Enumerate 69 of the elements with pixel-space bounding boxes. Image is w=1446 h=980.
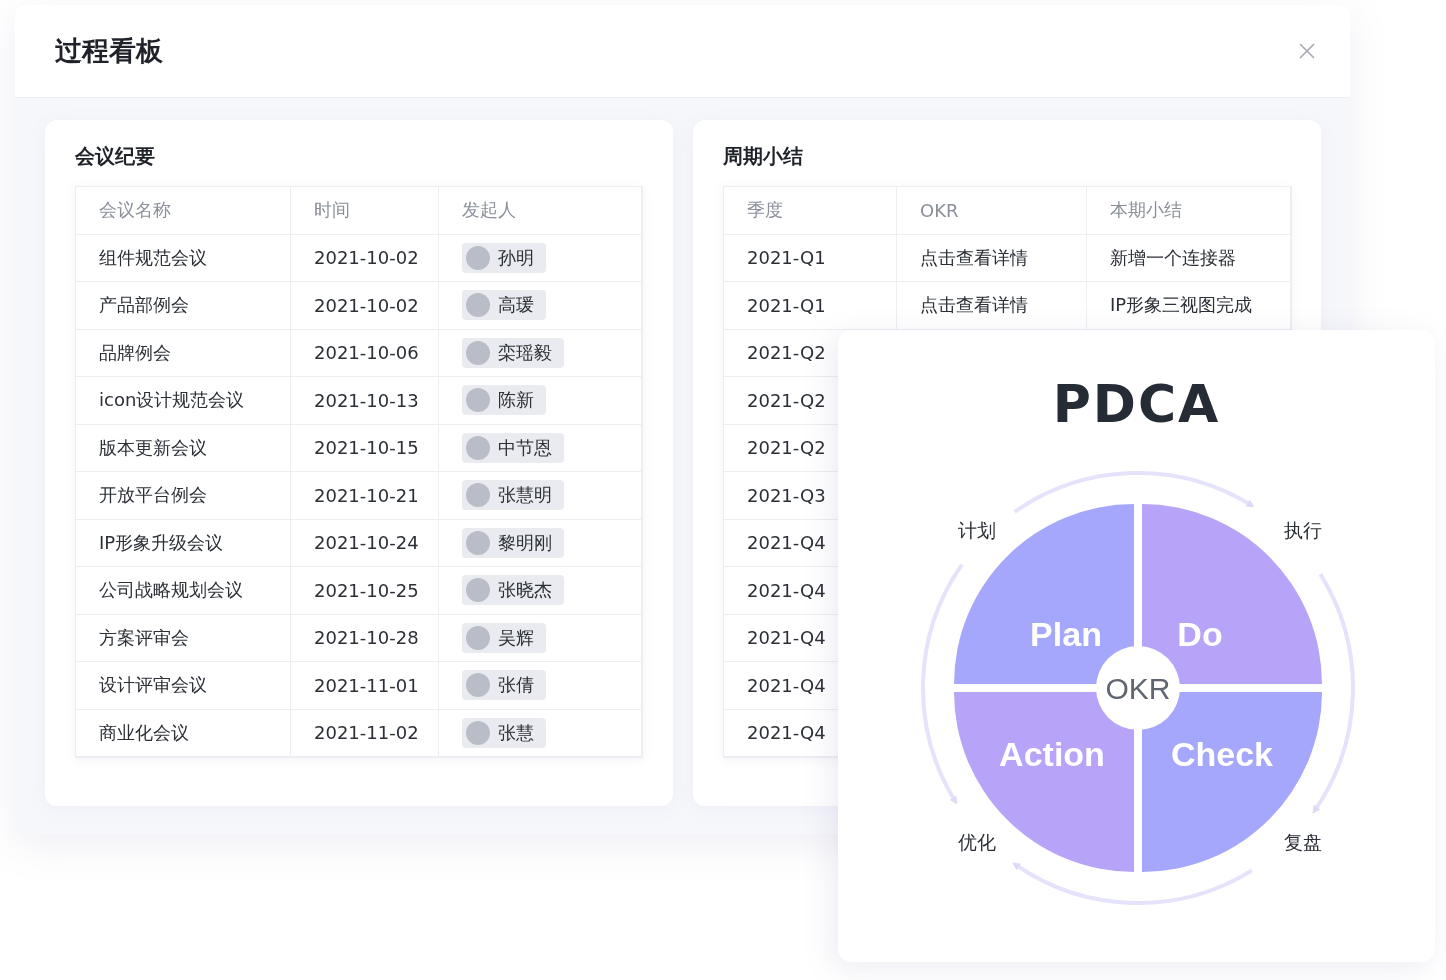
window-title: 过程看板 [55, 34, 163, 68]
avatar [466, 673, 490, 698]
column-header: 季度 [724, 187, 897, 235]
table-cell: 开放平台例会 [76, 472, 291, 520]
table-cell: 2021-11-02 [291, 709, 439, 757]
table-cell: 设计评审会议 [76, 662, 291, 710]
detail-link[interactable]: 点击查看详情 [897, 234, 1087, 282]
table-cell: 2021-10-02 [291, 234, 439, 282]
pdca-title: PDCA [1052, 374, 1221, 434]
table-cell: 新增一个连接器 [1087, 234, 1292, 282]
card-title: 周期小结 [723, 144, 804, 168]
column-header: 时间 [291, 187, 439, 235]
column-header: OKR [897, 187, 1087, 235]
person-tag: 张晓杰 [462, 575, 564, 606]
table-cell: 方案评审会 [76, 614, 291, 662]
center-label: OKR [1105, 672, 1171, 705]
person-tag: 陈新 [462, 385, 546, 416]
avatar [466, 245, 490, 270]
table-cell: 2021-10-02 [291, 282, 439, 330]
column-header: 会议名称 [76, 187, 291, 235]
avatar [466, 625, 490, 650]
avatar [466, 388, 490, 413]
person-tag: 高瑗 [462, 290, 546, 321]
avatar [466, 293, 490, 318]
avatar [466, 720, 490, 745]
column-header: 发起人 [439, 187, 642, 235]
table-cell: 品牌例会 [76, 329, 291, 377]
person-tag: 张倩 [462, 670, 546, 701]
stage-label: 复盘 [1284, 831, 1322, 853]
table-cell: 公司战略规划会议 [76, 567, 291, 615]
card-title: 会议纪要 [75, 144, 156, 168]
table-cell: 2021-10-25 [291, 567, 439, 615]
avatar [466, 530, 490, 555]
column-header: 本期小结 [1087, 187, 1292, 235]
stage-label: 计划 [958, 519, 996, 541]
table-cell: 2021-10-15 [291, 424, 439, 472]
table-cell: 组件规范会议 [76, 234, 291, 282]
person-tag: 中节恩 [462, 432, 564, 463]
table-cell: 产品部例会 [76, 282, 291, 330]
table-cell: 2021-10-28 [291, 614, 439, 662]
quadrant-label: Check [1170, 735, 1274, 773]
avatar [466, 578, 490, 603]
stage-label: 执行 [1284, 519, 1322, 541]
stage-label: 优化 [958, 831, 996, 853]
table-cell: icon设计规范会议 [76, 377, 291, 425]
detail-link[interactable]: 点击查看详情 [897, 282, 1087, 330]
person-tag: 栾瑶毅 [462, 337, 564, 368]
person-tag: 黎明刚 [462, 527, 564, 558]
table-cell: 2021-10-06 [291, 329, 439, 377]
person-tag: 张慧 [462, 717, 546, 748]
table-cell: 2021-10-21 [291, 472, 439, 520]
table-cell: 2021-Q1 [724, 234, 897, 282]
quadrant-label: Plan [1030, 615, 1102, 653]
quadrant-label: Do [1177, 615, 1223, 653]
table-cell: 版本更新会议 [76, 424, 291, 472]
table-cell: IP形象升级会议 [76, 519, 291, 567]
avatar [466, 340, 490, 365]
table-cell: 2021-11-01 [291, 662, 439, 710]
quadrant-label: Action [999, 735, 1105, 773]
table-cell: 2021-10-13 [291, 377, 439, 425]
person-tag: 吴辉 [462, 622, 546, 653]
table-cell: IP形象三视图完成 [1087, 282, 1292, 330]
person-tag: 张慧明 [462, 480, 564, 511]
table-cell: 2021-Q1 [724, 282, 897, 330]
table-cell: 2021-10-24 [291, 519, 439, 567]
person-tag: 孙明 [462, 242, 546, 273]
avatar [466, 483, 490, 508]
table-cell: 商业化会议 [76, 709, 291, 757]
avatar [466, 435, 490, 460]
